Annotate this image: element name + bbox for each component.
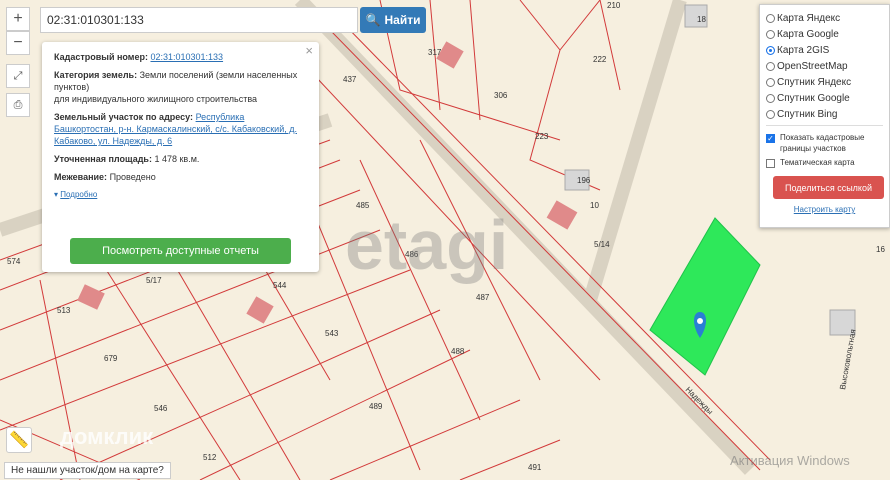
search-icon: 🔍: [365, 13, 381, 27]
domclick-watermark: домклик: [60, 424, 154, 449]
parcel-info-popup: × Кадастровый номер: 02:31:010301:133 Ка…: [42, 42, 319, 272]
share-link-button[interactable]: Поделиться ссылкой: [773, 176, 884, 199]
show-borders-checkbox[interactable]: ✓ Показать кадастровые границы участков: [766, 132, 883, 154]
layer-option[interactable]: Спутник Google: [766, 90, 883, 106]
layer-option-label: Спутник Google: [777, 92, 850, 104]
fullscreen-icon[interactable]: ⤢: [6, 64, 30, 88]
parcel-number: 306: [494, 91, 508, 100]
zoom-out-button[interactable]: −: [6, 31, 30, 55]
checkbox-checked-icon: ✓: [766, 134, 775, 143]
windows-activation-watermark: Активация Windows: [730, 453, 850, 468]
parcel-number: 210: [607, 1, 621, 10]
layer-option-label: Карта Яндекс: [777, 12, 841, 24]
parcel-number: 544: [273, 281, 287, 290]
parcel-number: 543: [325, 329, 339, 338]
parcel-number: 488: [451, 347, 465, 356]
close-icon[interactable]: ×: [305, 44, 313, 57]
parcel-number: 10: [590, 201, 599, 210]
find-button[interactable]: 🔍 Найти: [360, 7, 426, 33]
survey-value: Проведено: [109, 172, 156, 182]
parcel-number: 223: [535, 132, 549, 141]
layer-option[interactable]: OpenStreetMap: [766, 58, 883, 74]
layer-option-label: OpenStreetMap: [777, 60, 848, 72]
map-layers-panel: Карта Яндекс Карта Google Карта 2GIS OpenSt…: [759, 4, 890, 228]
layer-option[interactable]: Карта Яндекс: [766, 10, 883, 26]
parcel-number: 512: [203, 453, 217, 462]
caret-down-icon: ▾: [54, 190, 59, 199]
layer-option-label: Спутник Яндекс: [777, 76, 852, 88]
cad-label: Кадастровый номер:: [54, 52, 148, 62]
layer-option[interactable]: Карта Google: [766, 26, 883, 42]
parcel-number: 513: [57, 306, 71, 315]
street-label: Высоковольтная: [838, 329, 857, 391]
category-label: Категория земель:: [54, 70, 138, 80]
show-borders-label: Показать кадастровые границы участков: [780, 133, 865, 153]
etagi-watermark: etagi: [345, 206, 509, 284]
parcel-number: 317: [428, 48, 442, 57]
area-value: 1 478 кв.м.: [154, 154, 200, 164]
parcel-number: 491: [528, 463, 542, 472]
more-link[interactable]: Подробно: [60, 190, 97, 199]
cad-number-link[interactable]: 02:31:010301:133: [150, 52, 223, 62]
radio-icon: [766, 29, 775, 39]
parcel-number: 196: [577, 176, 591, 185]
parcel-number: 487: [476, 293, 490, 302]
configure-map-link[interactable]: Настроить карту: [766, 205, 883, 214]
radio-icon: [766, 109, 775, 119]
parcel-number: 574: [7, 257, 21, 266]
address-label: Земельный участок по адресу:: [54, 112, 194, 122]
view-reports-button[interactable]: Посмотреть доступные отчеты: [70, 238, 291, 264]
thematic-map-checkbox[interactable]: Тематическая карта: [766, 157, 883, 168]
highlighted-parcel[interactable]: [649, 217, 761, 376]
print-icon[interactable]: ⎙: [6, 93, 30, 117]
radio-icon: [766, 45, 775, 55]
not-found-link[interactable]: Не нашли участок/дом на карте?: [4, 462, 171, 479]
layer-option-label: Карта Google: [777, 28, 839, 40]
parcel-number: 18: [697, 15, 706, 24]
parcel-number: 437: [343, 75, 357, 84]
parcel-number: 489: [369, 402, 383, 411]
layer-option[interactable]: Карта 2GIS: [766, 42, 883, 58]
parcel-number: 679: [104, 354, 118, 363]
radio-icon: [766, 13, 775, 23]
thematic-label: Тематическая карта: [780, 158, 855, 167]
find-label: Найти: [384, 13, 421, 27]
zoom-in-button[interactable]: +: [6, 7, 30, 31]
radio-icon: [766, 77, 775, 87]
radio-icon: [766, 61, 775, 71]
parcel-number: 5/14: [594, 240, 610, 249]
radio-icon: [766, 93, 775, 103]
cadastral-search-input[interactable]: 02:31:010301:133: [40, 7, 358, 33]
layer-option-label: Спутник Bing: [777, 108, 838, 120]
layer-option-label: Карта 2GIS: [777, 44, 830, 56]
layer-option[interactable]: Спутник Яндекс: [766, 74, 883, 90]
parcel-number: 222: [593, 55, 607, 64]
area-label: Уточненная площадь:: [54, 154, 152, 164]
parcel-number: 546: [154, 404, 168, 413]
survey-label: Межевание:: [54, 172, 108, 182]
parcel-number: 16: [876, 245, 885, 254]
layer-option[interactable]: Спутник Bing: [766, 106, 883, 122]
category-use: для индивидуального жилищного строительс…: [54, 94, 258, 104]
parcel-number: 5/17: [146, 276, 162, 285]
ruler-icon[interactable]: 📏: [6, 427, 32, 453]
checkbox-icon: [766, 159, 775, 168]
